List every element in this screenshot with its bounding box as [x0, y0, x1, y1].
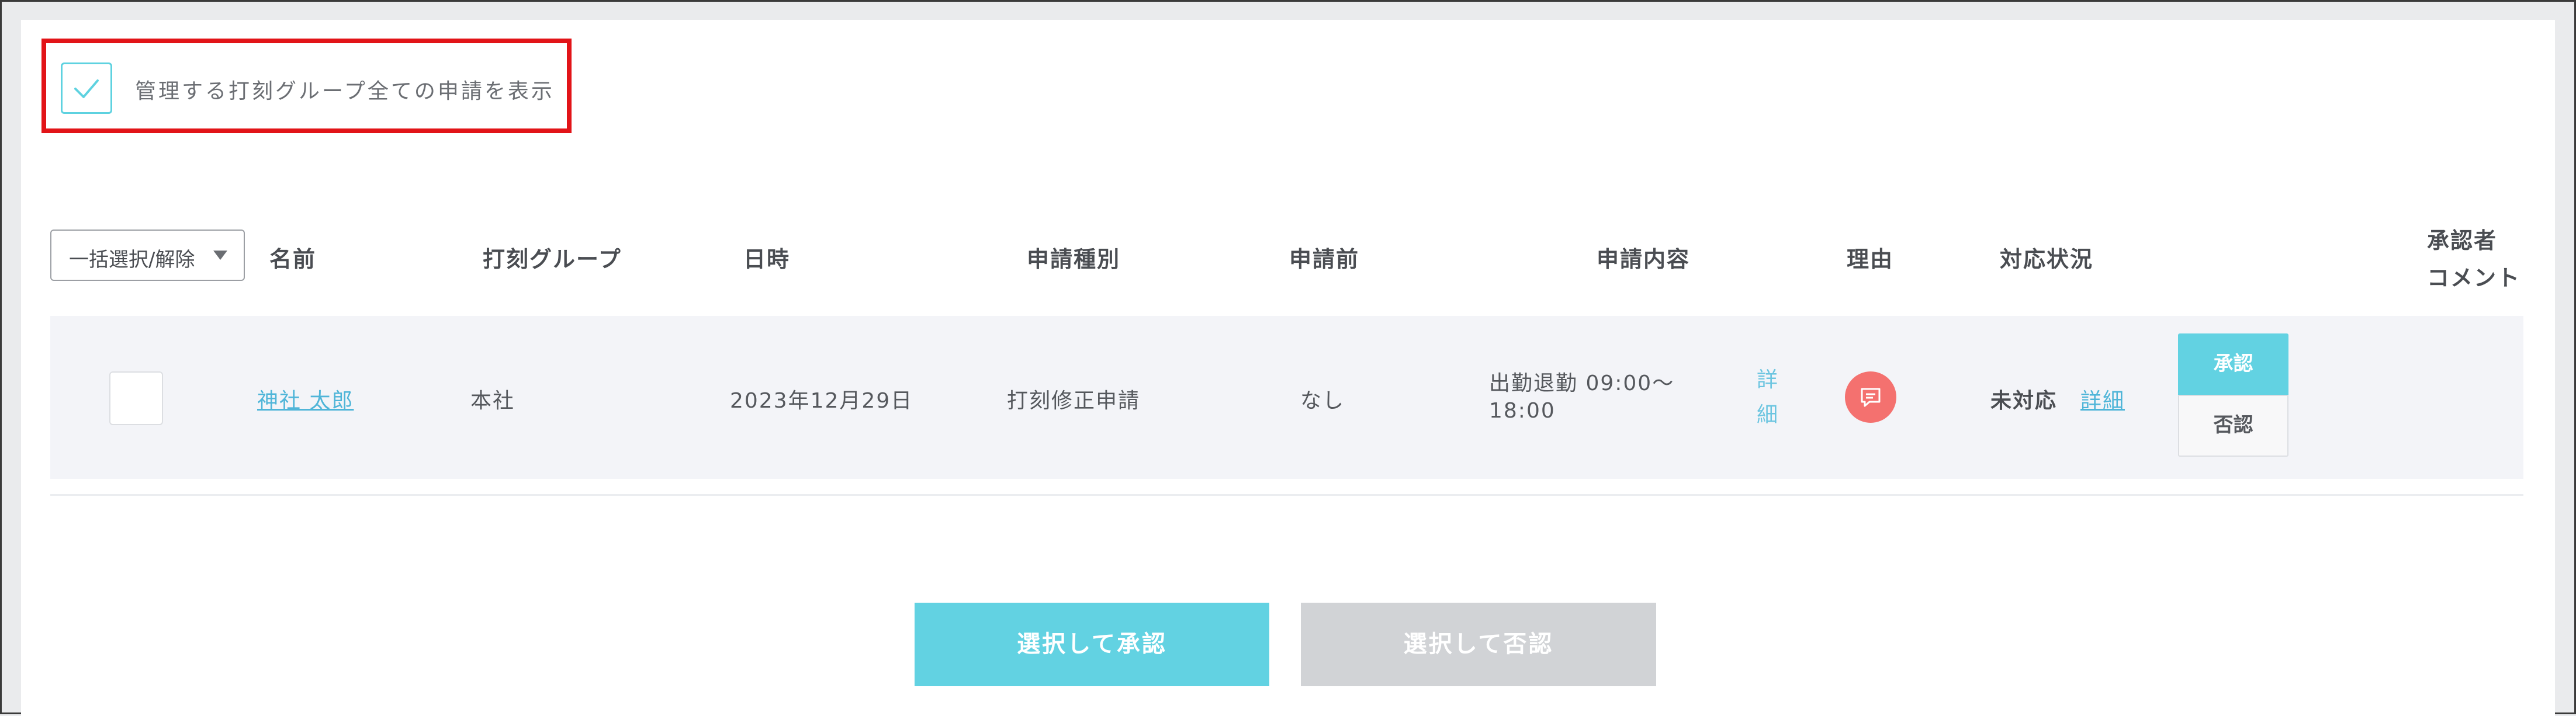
column-header-status: 対応状況: [2000, 246, 2094, 272]
column-header-request-type: 申請種別: [1027, 246, 1121, 272]
bulk-select-dropdown[interactable]: 一括選択/解除: [50, 230, 245, 281]
content-line2: 18:00: [1489, 399, 1556, 423]
column-header-datetime: 日時: [743, 246, 791, 272]
reject-selected-button[interactable]: 選択して否認: [1301, 603, 1656, 686]
comment-icon: [1861, 388, 1881, 407]
group-cell: 本社: [470, 389, 515, 413]
status-detail-link[interactable]: 詳細: [2080, 384, 2125, 414]
reject-button[interactable]: 否認: [2178, 395, 2288, 457]
show-all-label[interactable]: 管理する打刻グループ全ての申請を表示: [135, 74, 555, 105]
status-cell: 未対応: [1990, 389, 2058, 413]
check-icon: [74, 79, 99, 98]
content-detail-char1: 詳: [1757, 368, 1778, 392]
caret-down-icon: [213, 251, 227, 260]
bulk-select-label: 一括選択/解除: [69, 248, 195, 272]
content-detail-link[interactable]: 詳 細: [1757, 363, 1780, 433]
approver-comment-line2: コメント: [2427, 265, 2521, 291]
before-cell: なし: [1300, 389, 1345, 413]
applicant-name-link[interactable]: 神社 太郎: [257, 384, 354, 414]
column-header-before: 申請前: [1289, 246, 1360, 272]
approver-comment-line1: 承認者: [2427, 228, 2498, 253]
approve-selected-button[interactable]: 選択して承認: [915, 603, 1269, 686]
date-cell: 2023年12月29日: [730, 389, 913, 413]
approve-button[interactable]: 承認: [2178, 333, 2288, 395]
request-type-cell: 打刻修正申請: [1007, 389, 1141, 413]
content-line1: 出勤退勤 09:00〜: [1489, 371, 1675, 395]
column-header-approver-comment: 承認者 コメント: [2427, 222, 2520, 297]
show-all-checkbox[interactable]: [61, 62, 112, 114]
row-divider: [50, 494, 2523, 496]
reason-button[interactable]: [1845, 371, 1896, 423]
table-row: 神社 太郎 本社 2023年12月29日 打刻修正申請 なし 出勤退勤 09:0…: [50, 316, 2523, 479]
column-header-group: 打刻グループ: [483, 246, 622, 272]
content-detail-char2: 細: [1757, 403, 1778, 427]
row-checkbox[interactable]: [109, 371, 163, 425]
column-header-name: 名前: [269, 246, 317, 272]
column-header-content: 申請内容: [1597, 246, 1691, 272]
column-header-reason: 理由: [1847, 246, 1894, 272]
